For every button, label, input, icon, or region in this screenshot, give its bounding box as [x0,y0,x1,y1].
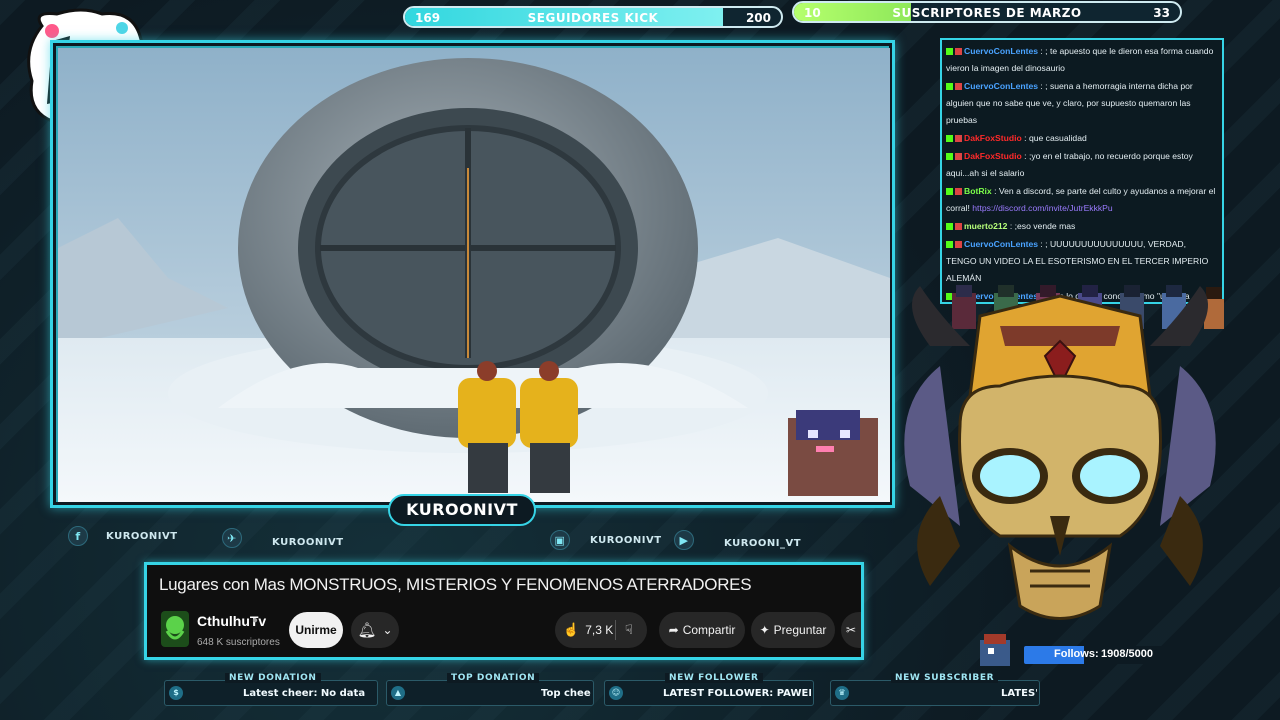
alert-text: Top chee [541,688,591,699]
vtuber-character [904,286,1216,620]
kick-badge-icon [946,188,953,196]
alert-header: NEW SUBSCRIBER [891,673,999,683]
kick-goal-end: 200 [745,11,771,25]
alert-header: NEW FOLLOWER [665,673,763,683]
alert-text: Latest cheer: No data [243,688,366,699]
kick-badge-icon [946,153,953,161]
chat-username[interactable]: CuervoConLentes [964,239,1038,249]
subscriber-badge-icon [955,223,962,231]
chat-message: BotRix : Ven a discord, se parte del cul… [946,183,1218,217]
subs-goal-end: 33 [1153,6,1170,20]
subscriber-badge-icon [955,153,962,161]
verified-icon: ● [252,615,259,626]
chat-message: CuervoConLentes : ; suena a hemorragia i… [946,78,1218,129]
alert-new-follower: NEW FOLLOWER ☺ LATEST FOLLOWER: PAWELI [604,673,814,706]
chat-username[interactable]: muerto212 [964,221,1007,231]
chat-username[interactable]: DakFoxStudio [964,151,1022,161]
social-facebook[interactable]: f KUROONIVT [68,526,178,546]
subscriber-badge-icon [955,83,962,91]
twitter-icon: ✈ [222,528,242,548]
share-icon: ➦ [668,623,679,637]
trophy-icon: ▲ [391,686,405,700]
chat-message: CuervoConLentes : ; UUUUUUUUUUUUUUU, VER… [946,236,1218,287]
like-divider [615,620,616,640]
crown-icon: ♛ [835,686,849,700]
subscriber-badge-icon [955,241,962,249]
chat-username[interactable]: DakFoxStudio [964,133,1022,143]
video-frame [50,40,895,508]
subs-goal-title: SUSCRIPTORES DE MARZO [892,6,1082,20]
kick-goal-title: SEGUIDORES KICK [527,11,659,25]
join-button[interactable]: Unirme [289,612,343,648]
alert-new-donation: NEW DONATION $ Latest cheer: No data [164,673,378,706]
chat-text: : ;eso vende mas [1009,221,1076,231]
follows-goal: Follows: 1908/5000 [1024,646,1166,664]
youtube-icon: ▶ [674,530,694,550]
like-count: 7,3 K [585,623,614,637]
clip-button[interactable]: ✂ [841,612,861,648]
subscriber-badge-icon [955,48,962,56]
kick-badge-icon [946,241,953,249]
chat-username[interactable]: CuervoConLentes [964,46,1038,56]
chat-message: muerto212 : ;eso vende mas [946,218,1218,235]
subscriber-badge-icon [955,135,962,143]
alert-top-donation: TOP DONATION ▲ Top chee [386,673,594,706]
kick-badge-icon [946,223,953,231]
alert-text: LATES' [1001,688,1037,699]
chat-message: DakFoxStudio : ;yo en el trabajo, no rec… [946,148,1218,182]
follows-value: 1908/5000 [1101,648,1153,660]
facebook-icon: f [68,526,88,546]
subscribers-goal: 10 SUSCRIPTORES DE MARZO 33 [792,1,1182,23]
scissors-icon: ✂ [845,623,857,637]
kick-badge-icon [946,83,953,91]
alert-header: TOP DONATION [447,673,540,683]
ask-label: Preguntar [773,623,827,637]
follows-label: Follows: [1054,648,1099,660]
chat-panel[interactable]: CuervoConLentes : ; te apuesto que le di… [940,38,1224,304]
sparkle-icon: ✦ [759,623,770,637]
subscriber-count: 648 K suscriptores [197,637,280,648]
social-youtube[interactable]: ▶ KUROONI_VT [674,530,801,550]
chat-username[interactable]: BotRix [964,186,992,196]
social-instagram[interactable]: ▣ KUROONIVT [550,530,662,550]
follower-icon: ☺ [609,686,623,700]
pixel-mascot [788,410,878,496]
chat-message: DakFoxStudio : que casualidad [946,130,1218,147]
youtube-video-info: Lugares con Mas MONSTRUOS, MISTERIOS Y F… [144,562,864,660]
channel-name-tag: KUROONIVT [388,494,536,526]
instagram-icon: ▣ [550,530,570,550]
video-thumbnail [58,48,890,502]
kick-badge-icon [946,48,953,56]
follower-sprite [980,634,1010,666]
chat-username[interactable]: CuervoConLentes [964,81,1038,91]
social-twitter[interactable]: ✈ KUROONIVT [222,528,344,548]
kick-followers-goal: 169 SEGUIDORES KICK 200 [403,6,783,28]
social-instagram-label: KUROONIVT [590,534,662,546]
chevron-down-icon: ⌄ [382,623,393,637]
social-twitter-label: KUROONIVT [272,536,344,548]
share-button[interactable]: ➦ Compartir [659,612,745,648]
like-button[interactable]: ☝ 7,3 K ☟ [555,612,647,648]
social-youtube-label: KUROONI_VT [724,537,802,549]
chat-message: CuervoConLentes : ; te apuesto que le di… [946,43,1218,77]
thumbs-down-icon[interactable]: ☟ [625,622,633,638]
alert-text: LATEST FOLLOWER: PAWELI [663,688,811,699]
subscriber-badge-icon [955,188,962,196]
donation-icon: $ [169,686,183,700]
share-label: Compartir [682,623,736,637]
channel-avatar[interactable] [161,611,189,647]
kick-badge-icon [946,135,953,143]
ask-button[interactable]: ✦ Preguntar [751,612,835,648]
notification-bell-button[interactable]: 🔔︎ ⌄ [351,612,399,648]
video-title: Lugares con Mas MONSTRUOS, MISTERIOS Y F… [159,575,752,594]
social-facebook-label: KUROONIVT [106,530,178,542]
bell-icon: 🔔︎ [357,622,377,639]
chat-link[interactable]: https://discord.com/invite/JutrEkkkPu [972,203,1112,213]
alert-header: NEW DONATION [225,673,321,683]
thumbs-up-icon: ☝ [563,622,580,637]
chat-text: : que casualidad [1024,133,1087,143]
alert-new-subscriber: NEW SUBSCRIBER ♛ LATES' [830,673,1040,706]
